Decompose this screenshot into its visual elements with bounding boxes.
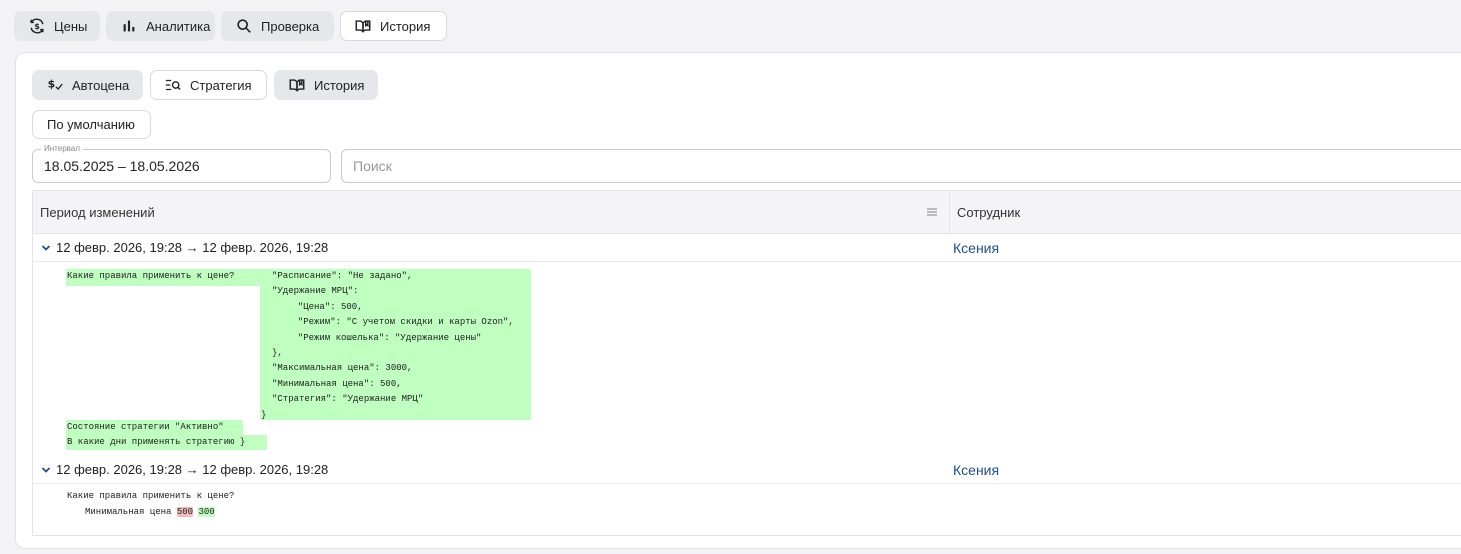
diff-line: "Стратегия": "Удержание МРЦ" [272, 394, 424, 405]
diff-state-line: Состояние стратегии "Активно" [66, 420, 243, 435]
tab-history-label: История [380, 18, 431, 34]
diff-line: }, [272, 348, 283, 359]
interval-field[interactable]: Интервал 18.05.2025 – 18.05.2026 [32, 144, 331, 183]
row-period[interactable]: 12 февр. 2026, 19:28 → 12 февр. 2026, 19… [40, 462, 328, 477]
diff-json-block: "Расписание": "Не задано", "Удержание МРЦ… [260, 269, 531, 420]
book-history-icon [288, 76, 306, 94]
diff-line: "Режим": "С учетом скидки и карты Ozon", [287, 317, 514, 328]
diff-days-line: В какие дни применять стратегию } [66, 435, 267, 450]
default-button-label: По умолчанию [47, 117, 135, 132]
main-panel: $ Автоцена Стратегия История По умолчани… [15, 52, 1461, 549]
row-details: Какие правила применить к цене? "Расписа… [33, 263, 1461, 450]
subtab-strategy-label: Стратегия [190, 77, 252, 93]
search-input[interactable] [353, 158, 1461, 174]
search-icon [235, 17, 253, 35]
row-details: Какие правила применить к цене? Минималь… [33, 485, 1461, 535]
diff-old-value: 500 [176, 507, 194, 517]
row-period-text: 12 февр. 2026, 19:28 → 12 февр. 2026, 19… [56, 462, 329, 477]
subtab-autoprice[interactable]: $ Автоцена [32, 70, 143, 100]
chevron-down-icon[interactable] [40, 464, 52, 476]
diff-line: } [261, 409, 267, 420]
bar-chart-icon [120, 17, 138, 35]
diff-line: "Режим кошелька": "Удержание цены" [287, 332, 482, 343]
tab-analytics[interactable]: Аналитика [106, 11, 215, 41]
price-cycle-icon: $ [28, 17, 46, 35]
column-employee[interactable]: Сотрудник [957, 191, 1020, 234]
column-period[interactable]: Период изменений [40, 191, 155, 234]
interval-value: 18.05.2025 – 18.05.2026 [44, 158, 200, 174]
interval-label: Интервал [41, 144, 83, 154]
tab-check[interactable]: Проверка [221, 11, 334, 41]
subtab-history-label: История [314, 77, 365, 93]
table-row[interactable]: 12 февр. 2026, 19:28 → 12 февр. 2026, 19… [33, 234, 1461, 262]
column-divider[interactable] [949, 191, 950, 234]
subtab-autoprice-label: Автоцена [72, 77, 130, 93]
tab-check-label: Проверка [261, 18, 320, 34]
diff-change-line: Минимальная цена 500 300 [85, 505, 215, 520]
list-search-icon [164, 76, 182, 94]
diff-new-value: 300 [198, 507, 215, 517]
diff-question: Какие правила применить к цене? [67, 491, 235, 501]
row-employee[interactable]: Ксения [953, 462, 999, 478]
diff-line: "Минимальная цена": 500, [272, 378, 402, 389]
tab-prices[interactable]: $ Цены [14, 11, 100, 41]
search-field[interactable] [341, 149, 1461, 183]
column-menu-icon[interactable] [926, 206, 938, 218]
diff-line: "Расписание": "Не задано", [272, 271, 413, 281]
tab-analytics-label: Аналитика [146, 18, 211, 34]
svg-text:$: $ [48, 78, 56, 91]
row-period-text: 12 февр. 2026, 19:28 → 12 февр. 2026, 19… [56, 240, 329, 255]
subtab-strategy[interactable]: Стратегия [150, 70, 267, 100]
row-period[interactable]: 12 февр. 2026, 19:28 → 12 февр. 2026, 19… [40, 240, 328, 255]
row-employee[interactable]: Ксения [953, 240, 999, 256]
diff-line: "Удержание МРЦ": [272, 286, 359, 297]
dollar-check-icon: $ [46, 76, 64, 94]
diff-change-label: Минимальная цена [85, 507, 172, 517]
table-row[interactable]: 12 февр. 2026, 19:28 → 12 февр. 2026, 19… [33, 456, 1461, 484]
diff-line: "Максимальная цена": 3000, [272, 363, 413, 374]
default-button[interactable]: По умолчанию [32, 110, 151, 139]
subtab-history[interactable]: История [274, 70, 378, 100]
tab-history[interactable]: История [340, 11, 447, 41]
chevron-down-icon[interactable] [40, 242, 52, 254]
history-table: Период изменений Сотрудник 12 февр. 2026… [32, 190, 1461, 536]
diff-question: Какие правила применить к цене? [66, 269, 260, 286]
book-history-icon [354, 17, 372, 35]
svg-text:$: $ [34, 21, 40, 31]
tab-prices-label: Цены [54, 18, 88, 34]
table-header: Период изменений Сотрудник [33, 191, 1461, 234]
diff-line: "Цена": 500, [287, 301, 363, 312]
